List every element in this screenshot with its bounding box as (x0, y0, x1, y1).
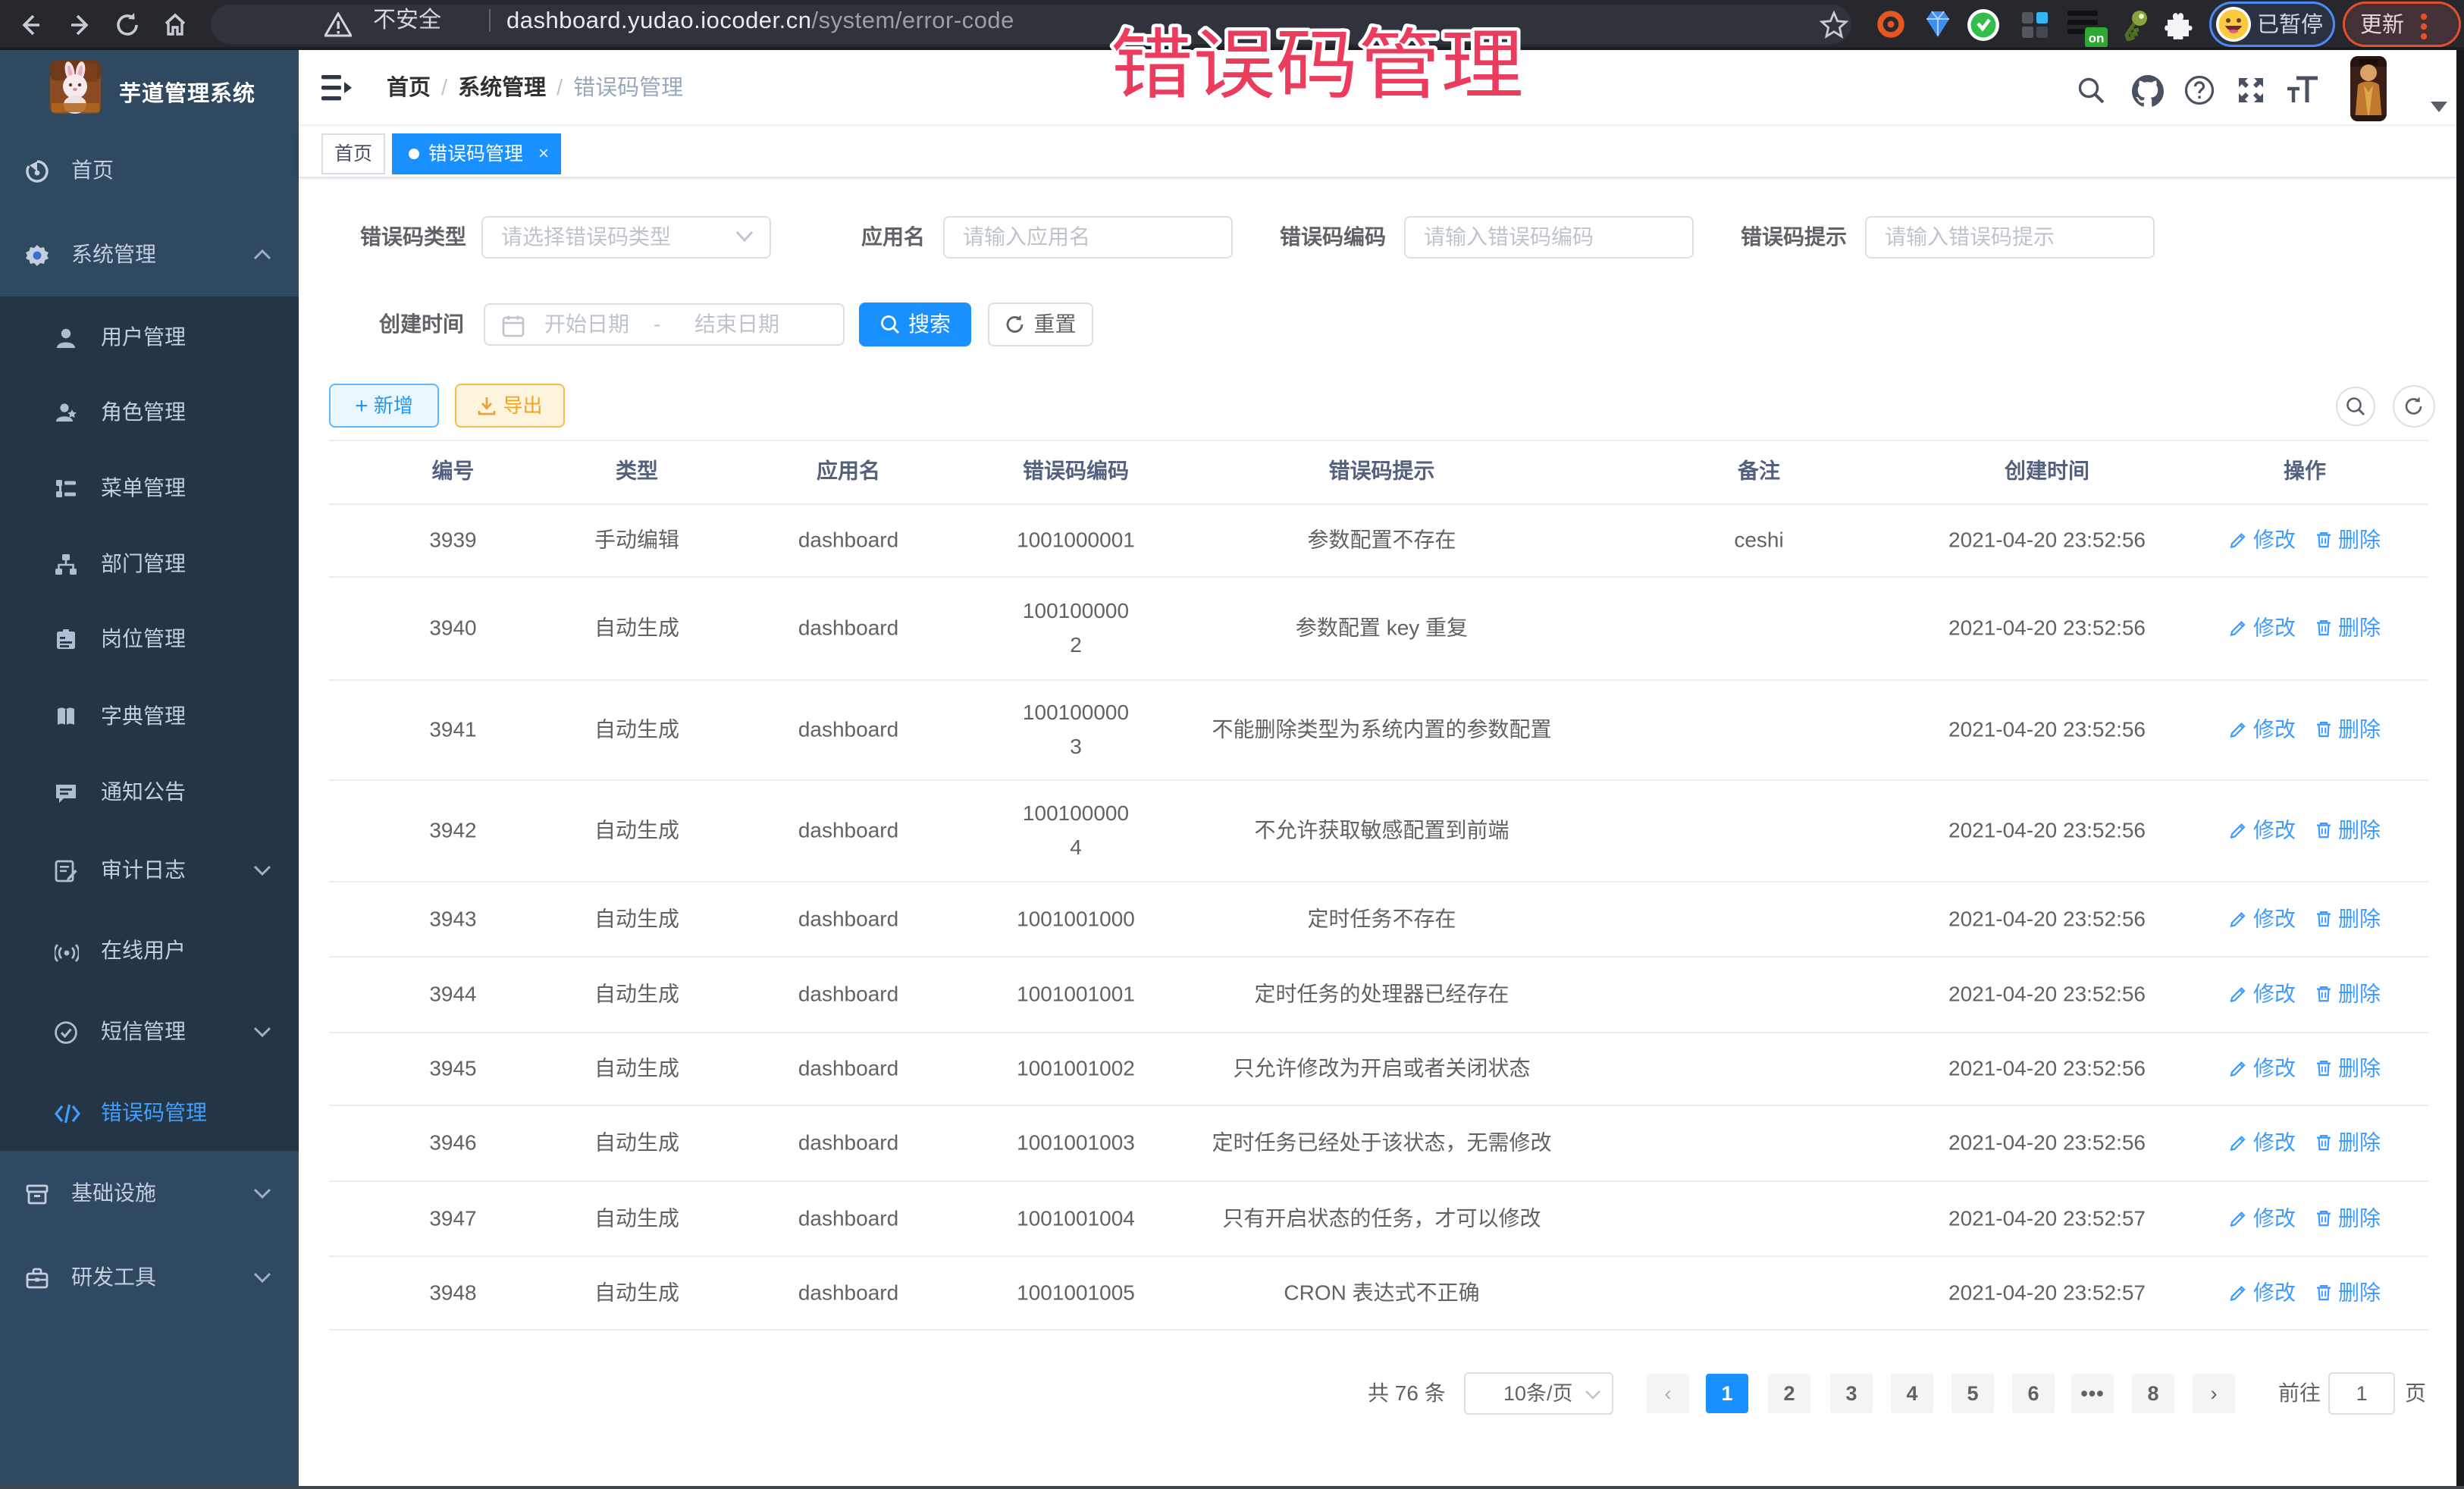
svg-text:on: on (2089, 31, 2105, 45)
svg-text:错误码管理: 错误码管理 (1111, 24, 1524, 108)
